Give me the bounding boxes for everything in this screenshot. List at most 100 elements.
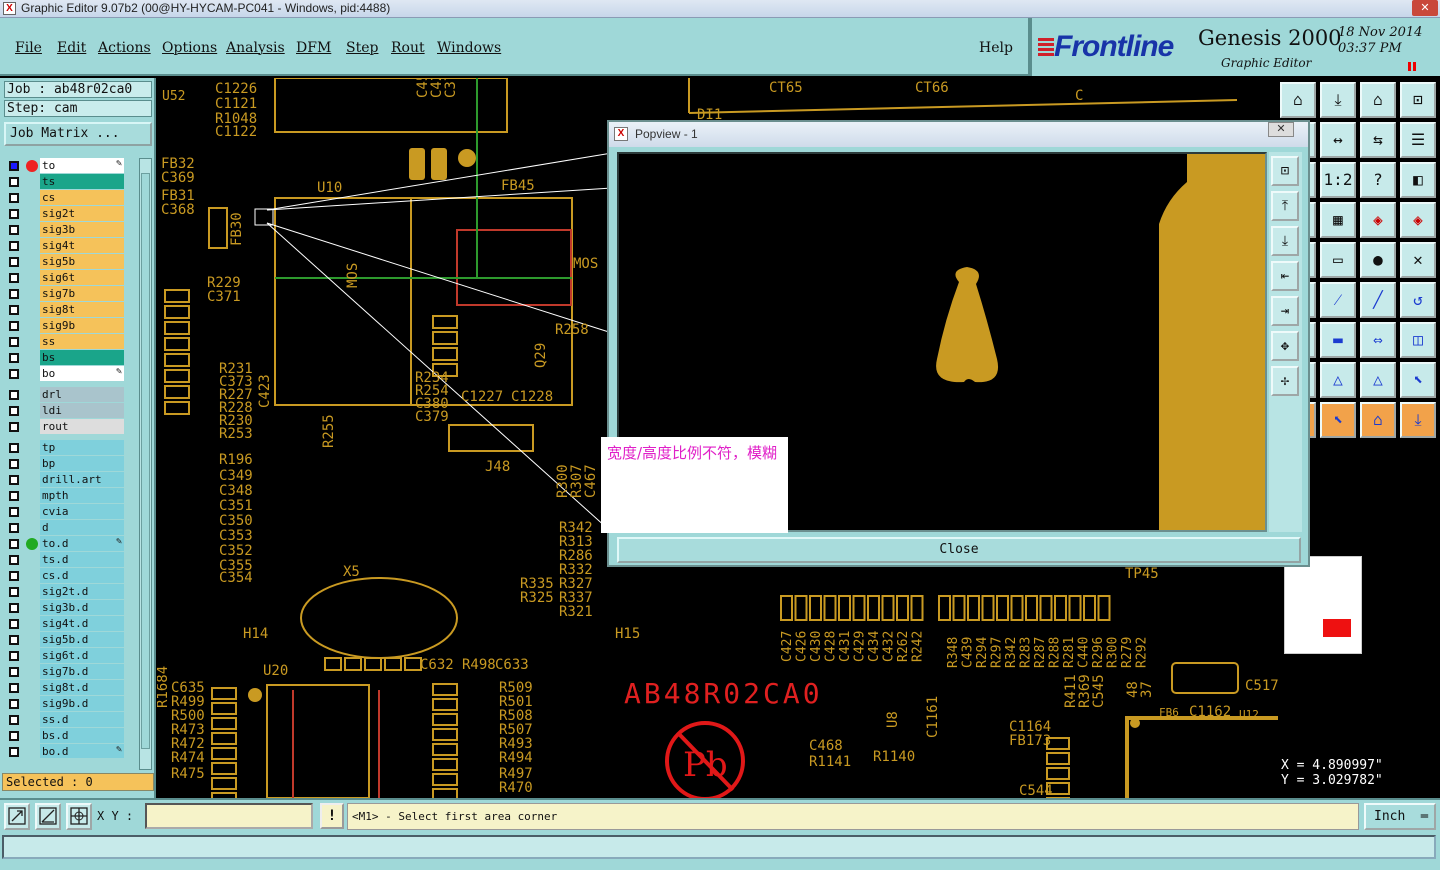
menu-step[interactable]: Step — [346, 40, 378, 56]
layer-checkbox[interactable] — [9, 390, 19, 400]
layer-row-drl[interactable]: drl — [4, 387, 124, 403]
layer-checkbox[interactable] — [9, 619, 19, 629]
layer-row-sig7b-d[interactable]: sig7b.d — [4, 664, 124, 680]
cursor-icon[interactable]: ⤓ — [1400, 402, 1436, 438]
pv-shrink-icon[interactable]: ✢ — [1271, 366, 1299, 396]
layer-row-sig6t-d[interactable]: sig6t.d — [4, 648, 124, 664]
layer-row-bs-d[interactable]: bs.d — [4, 728, 124, 744]
popview-close-icon[interactable]: ✕ — [1268, 122, 1294, 137]
layer-row-ldi[interactable]: ldi — [4, 403, 124, 419]
layer-row-sig2t[interactable]: sig2t — [4, 206, 124, 222]
layer-checkbox[interactable] — [9, 715, 19, 725]
layer-color2-icon[interactable]: ◈ — [1400, 202, 1436, 238]
layer-row-cs-d[interactable]: cs.d — [4, 568, 124, 584]
layer-checkbox[interactable] — [9, 571, 19, 581]
layer-name[interactable]: cs.d — [40, 568, 124, 583]
menu-analysis[interactable]: Analysis — [226, 40, 285, 56]
layer-name[interactable]: sig7b — [40, 286, 124, 301]
scrollbar-thumb[interactable] — [141, 173, 150, 749]
zoom-in-icon[interactable]: ⤓ — [1320, 82, 1356, 118]
circle-icon[interactable]: ✕ — [1400, 242, 1436, 278]
layer-row-sig8t-d[interactable]: sig8t.d — [4, 680, 124, 696]
layer-row-cs[interactable]: cs — [4, 190, 124, 206]
layer-name[interactable]: bs — [40, 350, 124, 365]
layer-checkbox[interactable] — [9, 651, 19, 661]
line-pts2-icon[interactable]: ╱ — [1360, 282, 1396, 318]
ruler-icon[interactable]: ▭ — [1320, 242, 1356, 278]
unit-selector[interactable]: Inch ═ — [1364, 803, 1436, 830]
zoom-area-icon[interactable] — [4, 803, 30, 830]
diag-line-icon[interactable]: ↺ — [1400, 282, 1436, 318]
layer-row-sig3b[interactable]: sig3b — [4, 222, 124, 238]
layer-name[interactable]: sig8t.d — [40, 680, 124, 695]
layer-name[interactable]: cvia — [40, 504, 124, 519]
layer-checkbox[interactable] — [9, 443, 19, 453]
layer-checkbox[interactable] — [9, 337, 19, 347]
filter-icon[interactable]: ⇔ — [1360, 322, 1396, 358]
layer-checkbox[interactable] — [9, 321, 19, 331]
layer-checkbox[interactable] — [9, 555, 19, 565]
layer-checkbox[interactable] — [9, 699, 19, 709]
layer-row-d[interactable]: d — [4, 520, 124, 536]
layer-name[interactable]: drl — [40, 387, 124, 402]
layer-checkbox[interactable] — [9, 667, 19, 677]
xy-input[interactable] — [145, 803, 313, 829]
layer-row-bs[interactable]: bs — [4, 350, 124, 366]
dash-icon[interactable]: ◫ — [1400, 322, 1436, 358]
pv-zoom-fit-icon[interactable]: ⊡ — [1271, 156, 1299, 186]
layer-checkbox[interactable] — [9, 161, 19, 171]
menu-help[interactable]: Help — [979, 40, 1013, 56]
layer-checkbox[interactable] — [9, 459, 19, 469]
grid-view-icon[interactable]: ▦ — [1320, 202, 1356, 238]
layer-checkbox[interactable] — [9, 422, 19, 432]
layer-checkbox[interactable] — [9, 305, 19, 315]
layer-name[interactable]: bo.d — [40, 744, 124, 758]
layer-name[interactable]: to.d — [40, 536, 124, 551]
rect-icon[interactable]: △ — [1320, 362, 1356, 398]
popview-title-bar[interactable]: X Popview - 1 ✕ — [609, 122, 1308, 147]
layer-row-sig2t-d[interactable]: sig2t.d — [4, 584, 124, 600]
job-matrix-button[interactable]: Job Matrix ... — [4, 122, 152, 146]
layer-row-sig4t-d[interactable]: sig4t.d — [4, 616, 124, 632]
layer-checkbox[interactable] — [9, 273, 19, 283]
layer-color-icon[interactable]: ◈ — [1360, 202, 1396, 238]
layer-row-cvia[interactable]: cvia — [4, 504, 124, 520]
layer-name[interactable]: ldi — [40, 403, 124, 418]
layer-checkbox[interactable] — [9, 587, 19, 597]
layer-row-ss[interactable]: ss — [4, 334, 124, 350]
layer-name[interactable]: sig2t — [40, 206, 124, 221]
layer-checkbox[interactable] — [9, 257, 19, 267]
layer-row-bo[interactable]: bo ✎ — [4, 366, 124, 382]
zoom-out-icon[interactable]: ⌂ — [1360, 82, 1396, 118]
layer-name[interactable]: bo — [40, 366, 124, 381]
layer-name[interactable]: bs.d — [40, 728, 124, 743]
layer-checkbox[interactable] — [9, 209, 19, 219]
layer-name[interactable]: sig6t.d — [40, 648, 124, 663]
layer-checkbox[interactable] — [9, 193, 19, 203]
triangle3-icon[interactable]: ⌂ — [1360, 402, 1396, 438]
layer-row-bp[interactable]: bp — [4, 456, 124, 472]
measure-icon[interactable] — [35, 803, 61, 830]
home-view-icon[interactable]: ⌂ — [1280, 82, 1316, 118]
layer-name[interactable]: drill.art — [40, 472, 124, 487]
menu-options[interactable]: Options — [162, 40, 217, 56]
layer-checkbox[interactable] — [9, 289, 19, 299]
layer-row-sig3b-d[interactable]: sig3b.d — [4, 600, 124, 616]
line-pts-icon[interactable]: ⁄ — [1320, 282, 1356, 318]
layer-row-bo-d[interactable]: bo.d ✎ — [4, 744, 124, 758]
menu-file[interactable]: File — [15, 40, 42, 56]
layer-checkbox[interactable] — [9, 353, 19, 363]
layer-checkbox[interactable] — [9, 406, 19, 416]
layer-checkbox[interactable] — [9, 539, 19, 549]
layer-row-sig4t[interactable]: sig4t — [4, 238, 124, 254]
layer-name[interactable]: sig9b — [40, 318, 124, 333]
layer-row-sig6t[interactable]: sig6t — [4, 270, 124, 286]
pv-expand-icon[interactable]: ✥ — [1271, 331, 1299, 361]
menu-rout[interactable]: Rout — [391, 40, 425, 56]
overview-minimap[interactable] — [1284, 556, 1362, 654]
layer-name[interactable]: sig4t — [40, 238, 124, 253]
layer-name[interactable]: sig5b.d — [40, 632, 124, 647]
layer-name[interactable]: sig3b.d — [40, 600, 124, 615]
snap-icon[interactable]: ↔ — [1320, 122, 1356, 158]
layer-checkbox[interactable] — [9, 635, 19, 645]
